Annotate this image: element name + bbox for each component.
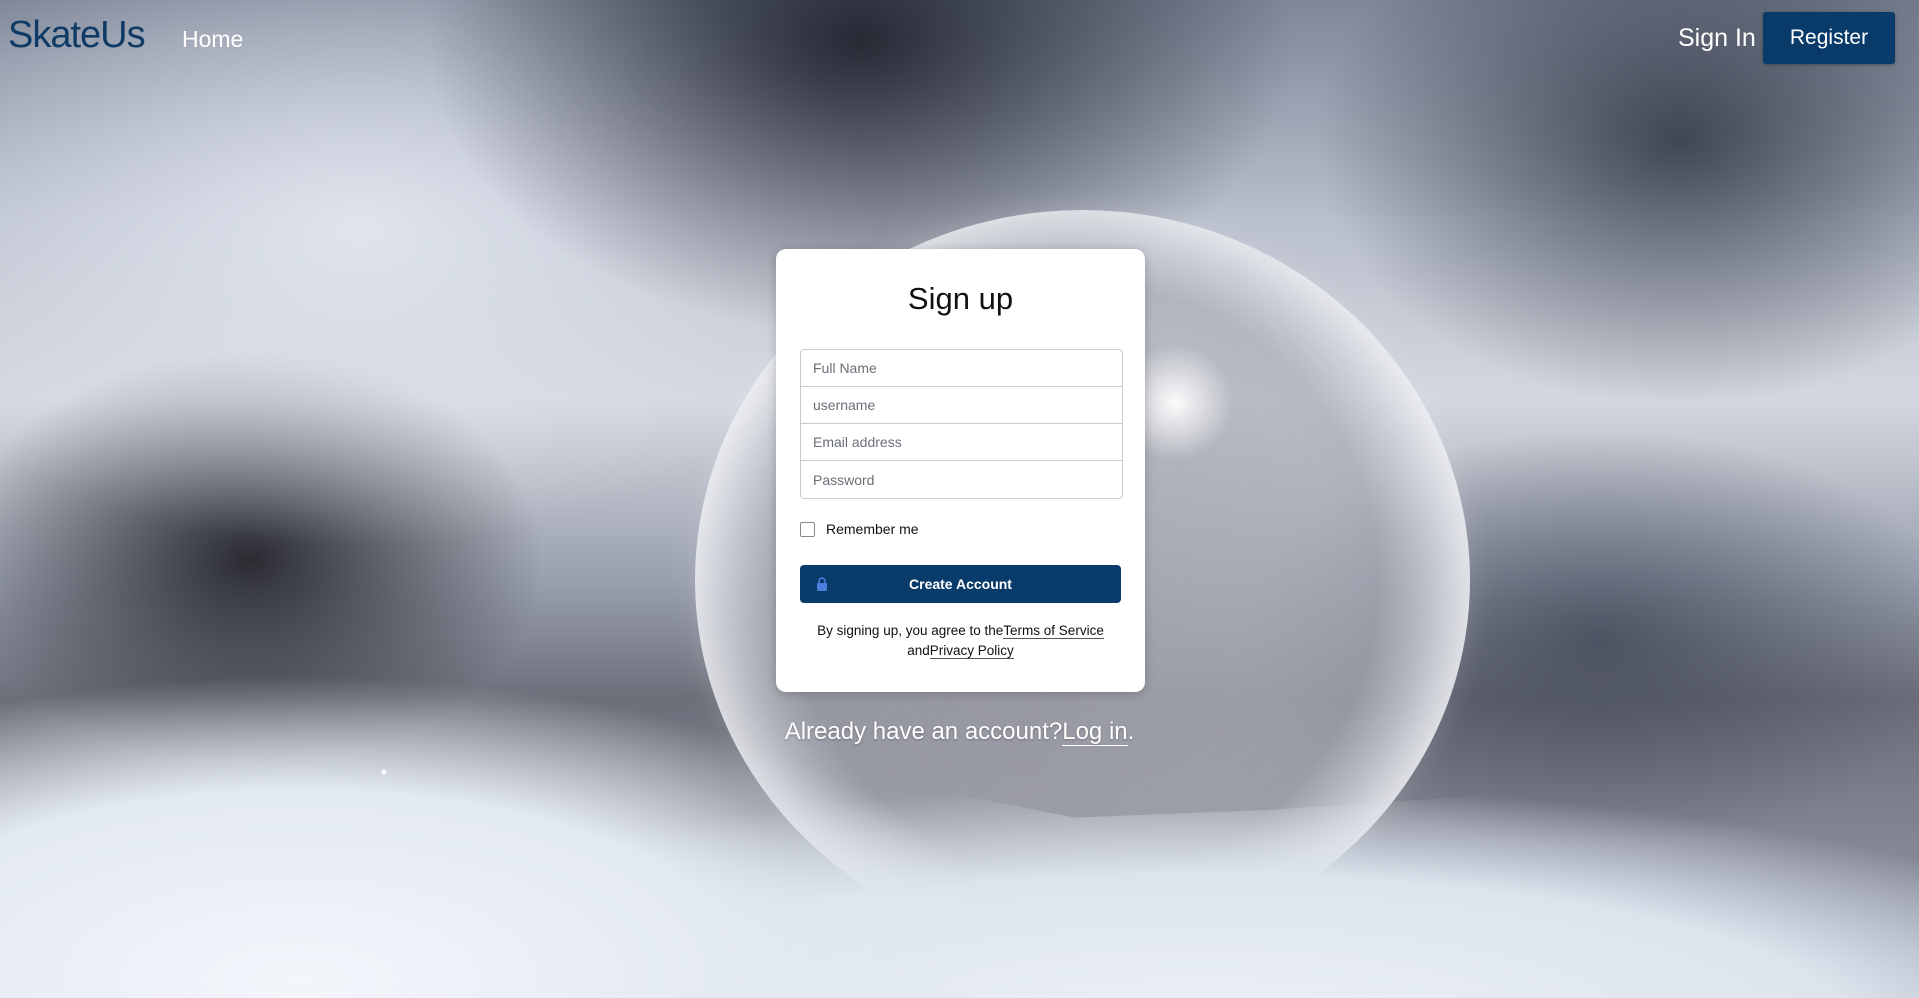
login-link[interactable]: Log in bbox=[1062, 718, 1128, 746]
terms-prefix: By signing up, you agree to the bbox=[817, 623, 1004, 638]
register-button[interactable]: Register bbox=[1763, 12, 1895, 64]
terms-text: By signing up, you agree to theTerms of … bbox=[776, 621, 1145, 661]
signup-fields bbox=[800, 349, 1123, 499]
brand-logo[interactable]: SkateUs bbox=[8, 14, 146, 57]
username-input[interactable] bbox=[801, 387, 1122, 424]
privacy-policy-link[interactable]: Privacy Policy bbox=[929, 643, 1014, 659]
remember-me-label: Remember me bbox=[826, 521, 919, 537]
signup-page: SkateUs Home Sign In Register Sign up Re… bbox=[0, 0, 1919, 998]
login-period: . bbox=[1127, 718, 1135, 745]
lock-icon bbox=[817, 577, 827, 591]
nav-sign-in-link[interactable]: Sign In bbox=[1678, 24, 1756, 53]
terms-and: and bbox=[907, 643, 930, 658]
full-name-input[interactable] bbox=[801, 350, 1122, 387]
terms-of-service-link[interactable]: Terms of Service bbox=[1003, 623, 1104, 639]
signup-title: Sign up bbox=[907, 281, 1014, 316]
remember-me-row[interactable]: Remember me bbox=[800, 521, 919, 537]
login-prompt: Already have an account?Log in. bbox=[0, 718, 1919, 746]
top-navbar: SkateUs Home Sign In Register bbox=[0, 0, 1919, 76]
email-input[interactable] bbox=[801, 424, 1122, 461]
nav-home-link[interactable]: Home bbox=[182, 26, 243, 53]
remember-me-checkbox[interactable] bbox=[800, 521, 815, 537]
password-input[interactable] bbox=[801, 461, 1122, 498]
login-prompt-text: Already have an account? bbox=[784, 718, 1063, 745]
signup-card: Sign up Remember me Create Account By si… bbox=[776, 249, 1145, 692]
create-account-label: Create Account bbox=[909, 576, 1012, 592]
create-account-button[interactable]: Create Account bbox=[800, 565, 1121, 603]
